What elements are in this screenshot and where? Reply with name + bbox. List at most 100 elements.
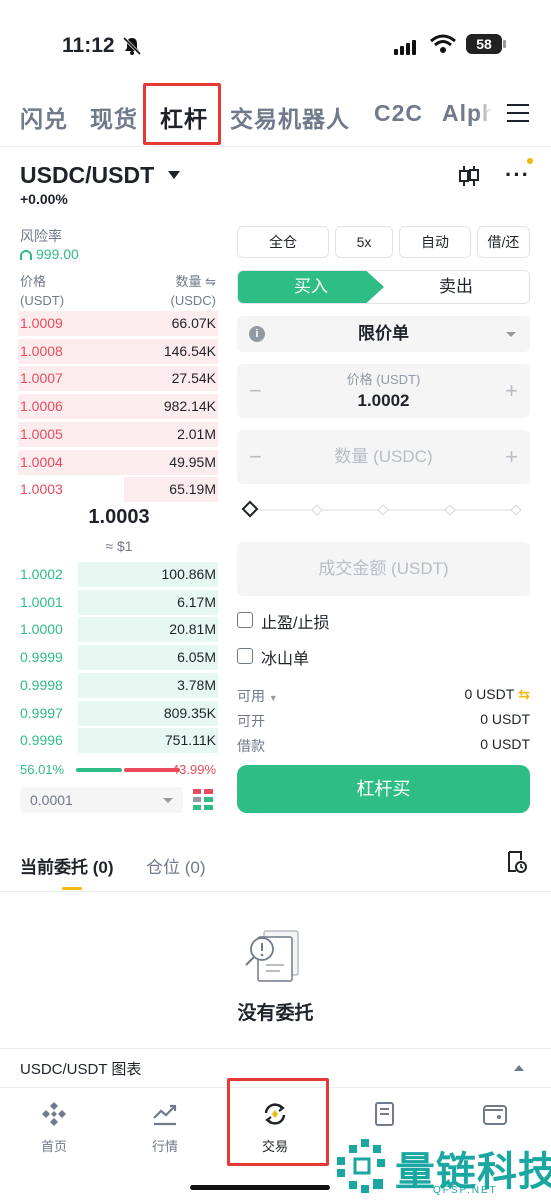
price-field[interactable]: − 价格 (USDT) 1.0002 +: [237, 364, 530, 418]
risk-label: 风险率: [20, 228, 62, 244]
bid-row[interactable]: 0.9996 751.11K: [20, 727, 218, 754]
divider: [0, 146, 551, 147]
sell-tab[interactable]: 卖出: [383, 271, 529, 303]
ask-row[interactable]: 1.0003 65.19M: [20, 476, 218, 503]
slider-tick[interactable]: [510, 504, 522, 516]
precision-select[interactable]: 0.0001: [20, 787, 183, 813]
bid-row[interactable]: 0.9999 6.05M: [20, 644, 218, 671]
slider-knob[interactable]: [241, 500, 259, 518]
ask-row[interactable]: 1.0005 2.01M: [18, 421, 218, 448]
ask-price: 1.0003: [20, 481, 63, 498]
tp-sl-checkbox[interactable]: [237, 612, 253, 628]
available-label-wrap[interactable]: 可用 ▼: [237, 686, 278, 706]
quantity-decrement-button[interactable]: −: [249, 430, 262, 484]
tab-open-orders[interactable]: 当前委托 (0): [20, 853, 114, 878]
ask-row[interactable]: 1.0009 66.07K: [18, 310, 218, 337]
nav-futures[interactable]: [350, 1100, 420, 1128]
qty-header-wrap[interactable]: 数量 ⇋ (USDC): [171, 272, 217, 310]
battery-indicator: 58: [466, 34, 502, 54]
nav-home[interactable]: 首页: [19, 1100, 89, 1155]
ask-row[interactable]: 1.0006 982.14K: [18, 393, 218, 420]
info-icon[interactable]: i: [249, 326, 265, 342]
auto-borrow-chip[interactable]: 自动: [399, 226, 471, 258]
pair-name[interactable]: USDC/USDT: [20, 162, 154, 189]
ask-price: 1.0005: [20, 425, 63, 442]
borrow-row: 借款 0 USDT: [237, 736, 530, 756]
ask-price: 1.0008: [20, 342, 63, 359]
slider-tick[interactable]: [377, 504, 389, 516]
mid-price: 1.0003: [88, 506, 150, 528]
highlight-box-trade-nav: [227, 1078, 329, 1166]
bid-price: 1.0001: [20, 593, 63, 610]
home-indicator: [190, 1185, 330, 1190]
order-history-icon[interactable]: [506, 850, 528, 874]
slider-tick[interactable]: [311, 504, 323, 516]
risk-value: 999.00: [20, 246, 79, 262]
price-change: +0.00%: [20, 191, 68, 207]
ask-row[interactable]: 1.0004 49.95M: [18, 449, 218, 476]
bid-row[interactable]: 1.0001 6.17M: [20, 589, 218, 616]
more-icon[interactable]: ···: [505, 164, 530, 186]
bell-muted-icon: [122, 36, 142, 56]
candlestick-icon[interactable]: [458, 164, 480, 188]
transfer-icon[interactable]: ⇆: [518, 686, 530, 702]
caret-down-icon: [163, 798, 173, 803]
borrow-repay-chip[interactable]: 借/还: [477, 226, 530, 258]
iceberg-label[interactable]: 冰山单: [261, 645, 309, 669]
chart-toggle-label: USDC/USDT 图表: [20, 1061, 142, 1078]
qty-header: 数量 ⇋: [175, 274, 216, 289]
buy-ratio-bar: [76, 768, 122, 772]
quantity-increment-button[interactable]: +: [505, 430, 518, 484]
ask-row[interactable]: 1.0007 27.54K: [18, 365, 218, 392]
order-type-select[interactable]: i 限价单: [237, 316, 530, 352]
price-increment-button[interactable]: +: [505, 378, 518, 404]
top-tabs: 闪兑 现货 杠杆 交易机器人 C2C Alph: [0, 92, 551, 142]
buy-ratio: 56.01%: [20, 762, 65, 777]
signal-icon: [394, 37, 418, 55]
tab-c2c[interactable]: C2C: [374, 100, 423, 127]
status-time: 11:12: [62, 34, 115, 57]
menu-icon[interactable]: [507, 104, 529, 124]
qty-unit: (USDC): [170, 293, 217, 308]
borrow-label: 借款: [237, 738, 265, 754]
tp-sl-label[interactable]: 止盈/止损: [261, 609, 329, 633]
margin-mode-chip[interactable]: 全仓: [237, 226, 329, 258]
bid-row[interactable]: 1.0000 20.81M: [20, 616, 218, 643]
ask-row[interactable]: 1.0008 146.54K: [18, 338, 218, 365]
available-value: 0 USDT: [464, 686, 515, 702]
iceberg-checkbox[interactable]: [237, 648, 253, 664]
nav-markets-label: 行情: [151, 1139, 178, 1154]
nav-markets[interactable]: 行情: [130, 1100, 200, 1155]
ask-qty: 982.14K: [163, 398, 216, 415]
tab-alpha[interactable]: Alph: [442, 100, 492, 127]
futures-icon: [375, 1102, 394, 1126]
bid-row[interactable]: 0.9998 3.78M: [20, 672, 218, 699]
tab-swap[interactable]: 闪兑: [20, 100, 68, 134]
bid-row[interactable]: 0.9997 809.35K: [20, 700, 218, 727]
quantity-field[interactable]: − 数量 (USDC) +: [237, 430, 530, 484]
status-bar: 11:12 58: [0, 0, 551, 90]
tab-spot[interactable]: 现货: [90, 100, 138, 134]
book-layout-icon[interactable]: [192, 788, 214, 812]
bid-qty: 809.35K: [163, 704, 216, 721]
margin-buy-button[interactable]: 杠杆买: [237, 765, 530, 813]
price-value[interactable]: 1.0002: [237, 391, 530, 411]
amount-slider[interactable]: [241, 500, 522, 518]
gauge-icon: [20, 250, 32, 261]
active-tab-underline: [62, 887, 82, 890]
leverage-chip[interactable]: 5x: [335, 226, 393, 258]
caret-up-icon[interactable]: [514, 1065, 524, 1071]
notification-dot: [527, 158, 533, 164]
caret-down-icon[interactable]: [168, 171, 180, 179]
tab-trading-bots[interactable]: 交易机器人: [230, 100, 350, 134]
bid-price: 1.0000: [20, 621, 63, 638]
bid-qty: 3.78M: [177, 676, 216, 693]
total-amount-field[interactable]: 成交金额 (USDT): [237, 542, 530, 596]
slider-tick[interactable]: [444, 504, 456, 516]
bid-qty: 20.81M: [169, 621, 216, 638]
nav-wallet[interactable]: [460, 1100, 530, 1128]
tab-positions[interactable]: 仓位 (0): [146, 853, 206, 878]
buy-tab[interactable]: 买入: [238, 271, 384, 303]
bid-row[interactable]: 1.0002 100.86M: [20, 561, 218, 588]
highlight-box-margin-tab: [143, 83, 221, 145]
